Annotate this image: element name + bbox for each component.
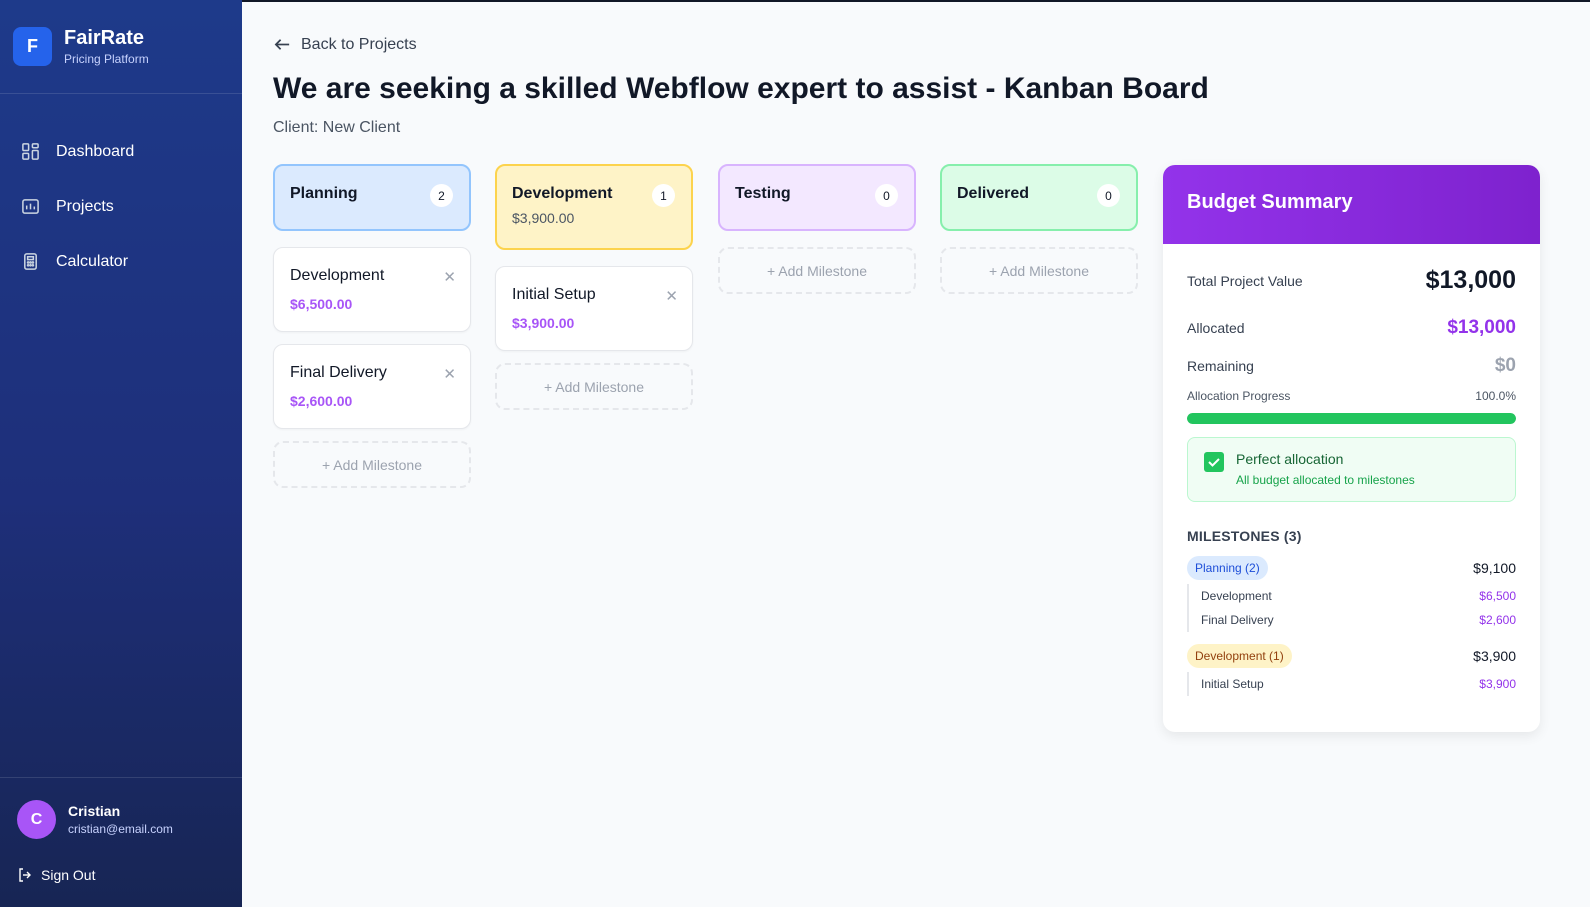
total-value-label: Total Project Value	[1187, 272, 1303, 289]
sign-out-button[interactable]: Sign Out	[17, 867, 226, 883]
top-border	[242, 0, 1590, 2]
column-header: Delivered 0	[940, 164, 1138, 231]
checkmark-icon	[1204, 452, 1224, 472]
sidebar-nav: Dashboard Projects Calculator	[0, 94, 242, 289]
column-testing: Testing 0 + Add Milestone	[718, 164, 916, 294]
column-header: Development 1 $3,900.00	[495, 164, 693, 250]
sidebar-item-label: Dashboard	[56, 142, 135, 160]
sidebar: F FairRate Pricing Platform Dashboard Pr…	[0, 0, 242, 907]
allocation-progress-bar	[1187, 413, 1516, 424]
milestone-title: Initial Setup	[512, 286, 596, 303]
sidebar-item-label: Calculator	[56, 252, 129, 270]
milestone-price: $2,600.00	[290, 393, 353, 409]
dashboard-icon	[22, 143, 39, 160]
column-count-badge: 0	[875, 184, 898, 207]
column-total: $3,900.00	[512, 210, 575, 226]
column-count-badge: 1	[652, 184, 675, 207]
add-milestone-button[interactable]: + Add Milestone	[718, 247, 916, 294]
arrow-left-icon	[274, 39, 290, 50]
milestone-card[interactable]: Initial Setup $3,900.00 ✕	[495, 266, 693, 351]
sign-out-label: Sign Out	[41, 867, 96, 883]
list-item: Initial Setup $3,900	[1201, 672, 1516, 696]
milestone-amount: $3,900	[1479, 677, 1516, 691]
group-total: $9,100	[1473, 560, 1516, 576]
status-title: Perfect allocation	[1236, 451, 1344, 467]
brand-name: FairRate	[64, 27, 145, 49]
user-email: cristian@email.com	[68, 822, 173, 836]
avatar: C	[17, 800, 56, 839]
sign-out-icon	[19, 868, 31, 882]
column-header: Testing 0	[718, 164, 916, 231]
add-milestone-button[interactable]: + Add Milestone	[495, 363, 693, 410]
column-development: Development 1 $3,900.00 Initial Setup $3…	[495, 164, 693, 410]
status-subtitle: All budget allocated to milestones	[1236, 473, 1415, 487]
brand[interactable]: F FairRate Pricing Platform	[0, 0, 242, 94]
budget-summary-panel: Budget Summary Total Project Value $13,0…	[1163, 165, 1540, 732]
column-header: Planning 2	[273, 164, 471, 231]
column-planning: Planning 2 Development $6,500.00 ✕ Final…	[273, 164, 471, 488]
milestone-group: Planning (2) $9,100 Development $6,500 F…	[1187, 556, 1516, 632]
add-milestone-button[interactable]: + Add Milestone	[940, 247, 1138, 294]
column-delivered: Delivered 0 + Add Milestone	[940, 164, 1138, 294]
milestone-name: Final Delivery	[1201, 613, 1274, 627]
chart-icon	[22, 199, 39, 214]
column-count-badge: 2	[430, 184, 453, 207]
sidebar-item-label: Projects	[56, 197, 114, 215]
user-panel: C Cristian cristian@email.com Sign Out	[0, 777, 242, 907]
budget-title: Budget Summary	[1163, 165, 1540, 244]
progress-label: Allocation Progress	[1187, 389, 1291, 403]
brand-logo: F	[13, 27, 52, 66]
milestone-title: Development	[290, 267, 385, 284]
total-value: $13,000	[1425, 266, 1516, 294]
add-milestone-button[interactable]: + Add Milestone	[273, 441, 471, 488]
milestone-title: Final Delivery	[290, 364, 387, 381]
client-label: Client: New Client	[273, 119, 401, 136]
progress-percent: 100.0%	[1475, 389, 1516, 403]
group-badge: Planning (2)	[1187, 556, 1268, 580]
close-icon[interactable]: ✕	[665, 287, 678, 305]
close-icon[interactable]: ✕	[443, 365, 456, 383]
column-count-badge: 0	[1097, 184, 1120, 207]
calculator-icon	[24, 253, 37, 270]
milestone-price: $3,900.00	[512, 315, 575, 331]
remaining-value: $0	[1494, 355, 1516, 376]
milestones-heading: MILESTONES (3)	[1187, 528, 1302, 544]
milestone-name: Development	[1201, 589, 1272, 603]
user-name: Cristian	[68, 803, 121, 819]
group-badge: Development (1)	[1187, 644, 1292, 668]
remaining-label: Remaining	[1187, 358, 1254, 374]
page-title: We are seeking a skilled Webflow expert …	[273, 72, 1209, 105]
milestone-group: Development (1) $3,900 Initial Setup $3,…	[1187, 644, 1516, 696]
milestone-card[interactable]: Development $6,500.00 ✕	[273, 247, 471, 332]
milestone-price: $6,500.00	[290, 296, 353, 312]
milestone-amount: $6,500	[1479, 589, 1516, 603]
milestone-amount: $2,600	[1479, 613, 1516, 627]
allocated-value: $13,000	[1447, 317, 1516, 338]
back-label: Back to Projects	[301, 35, 417, 53]
brand-tagline: Pricing Platform	[64, 52, 149, 66]
milestone-name: Initial Setup	[1201, 677, 1264, 691]
close-icon[interactable]: ✕	[443, 268, 456, 286]
back-to-projects-link[interactable]: Back to Projects	[273, 35, 417, 54]
allocation-status: Perfect allocation All budget allocated …	[1187, 437, 1516, 502]
sidebar-item-calculator[interactable]: Calculator	[0, 234, 242, 289]
group-total: $3,900	[1473, 648, 1516, 664]
list-item: Development $6,500	[1201, 584, 1516, 608]
progress-fill	[1187, 413, 1516, 424]
list-item: Final Delivery $2,600	[1201, 608, 1516, 632]
sidebar-item-projects[interactable]: Projects	[0, 179, 242, 234]
sidebar-item-dashboard[interactable]: Dashboard	[0, 124, 242, 179]
allocated-label: Allocated	[1187, 320, 1245, 336]
milestone-card[interactable]: Final Delivery $2,600.00 ✕	[273, 344, 471, 429]
